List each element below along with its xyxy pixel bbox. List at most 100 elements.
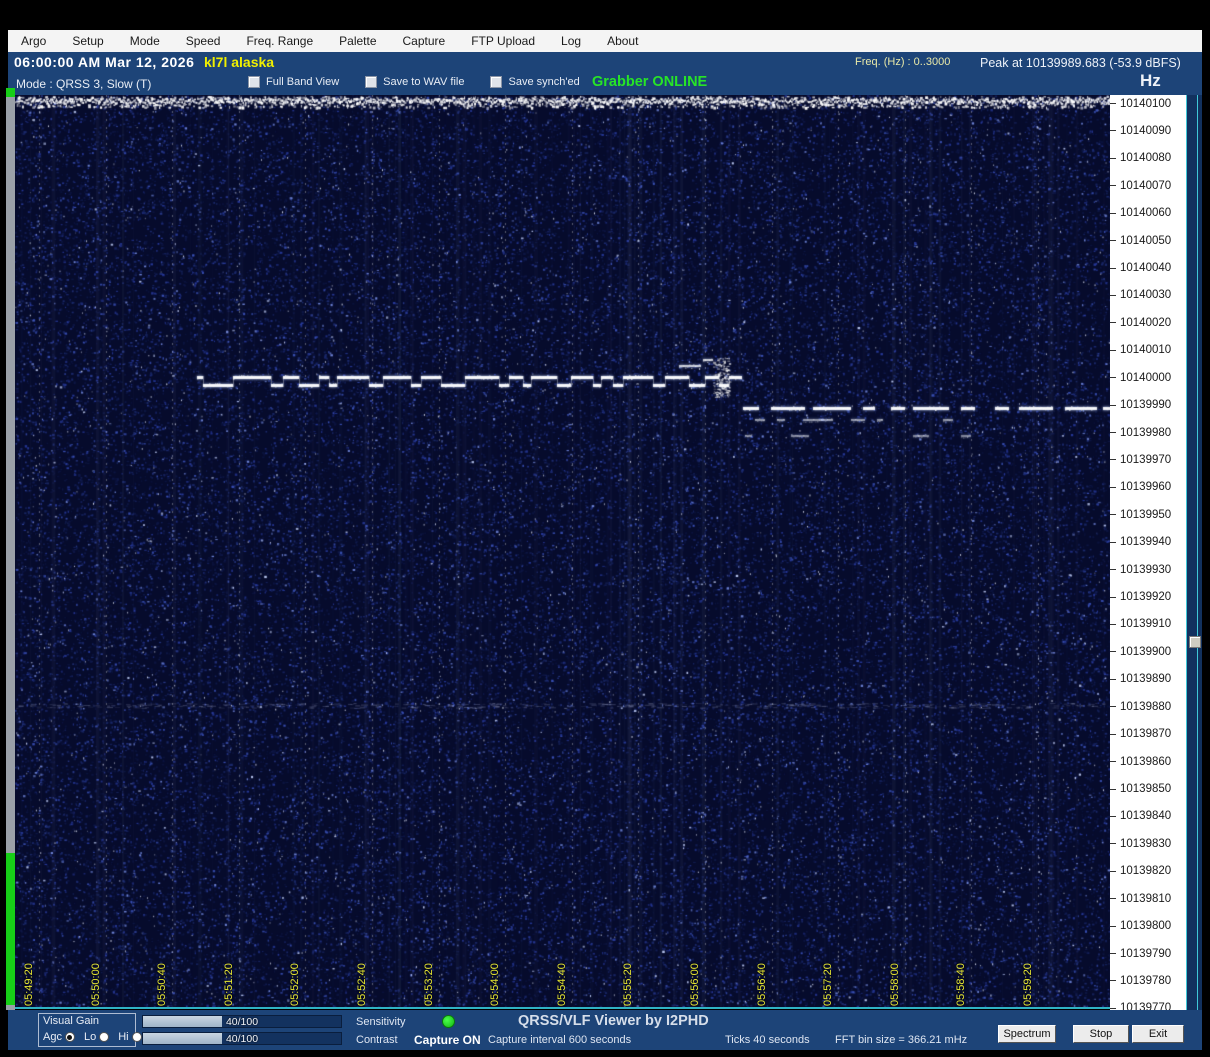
freq-tick-mark: [1110, 240, 1116, 242]
freq-tick-mark: [1110, 788, 1116, 790]
freq-label: 10140010: [1110, 343, 1171, 357]
menu-item-ftp-upload[interactable]: FTP Upload: [458, 31, 548, 52]
menu-item-speed[interactable]: Speed: [173, 31, 234, 52]
freq-label: 10139990: [1110, 398, 1171, 412]
freq-tick-mark: [1110, 404, 1116, 406]
radio-button-icon[interactable]: [131, 1032, 142, 1042]
freq-tick-mark: [1110, 815, 1116, 817]
contrast-slider[interactable]: 40/100: [142, 1032, 342, 1045]
grabber-status: Grabber ONLINE: [592, 74, 708, 90]
checkbox-label: Save to WAV file: [383, 76, 465, 88]
freq-tick-mark: [1110, 569, 1116, 571]
freq-tick-mark: [1110, 870, 1116, 872]
radio-lo[interactable]: Lo: [84, 1031, 110, 1043]
freq-tick-mark: [1110, 294, 1116, 296]
slider-value: 40/100: [225, 1016, 259, 1028]
freq-label: 10139880: [1110, 700, 1171, 714]
freq-tick-mark: [1110, 349, 1116, 351]
time-label: 05:58:40: [955, 963, 968, 1006]
freq-label: 10139820: [1110, 864, 1171, 878]
fft-info-label: FFT bin size = 366.21 mHz: [835, 1034, 968, 1046]
freq-label: 10139940: [1110, 535, 1171, 549]
checkbox-label: Save synch'ed: [508, 76, 580, 88]
sensitivity-slider-label: Sensitivity: [356, 1016, 406, 1028]
mode-label: Mode : QRSS 3, Slow (T): [16, 77, 152, 91]
waterfall-spectrogram[interactable]: 05:49:20 05:50:00 05:50:40 05:51:20 05:52:00…: [15, 95, 1110, 1008]
freq-label: 10140100: [1110, 97, 1171, 111]
freq-label: 10140020: [1110, 316, 1171, 330]
freq-tick-mark: [1110, 514, 1116, 516]
menu-item-mode[interactable]: Mode: [117, 31, 173, 52]
freq-range-readout: Freq. (Hz) : 0..3000: [855, 56, 951, 68]
stop-button[interactable]: Stop: [1073, 1025, 1129, 1043]
menu-item-palette[interactable]: Palette: [326, 31, 389, 52]
freq-label: 10139960: [1110, 480, 1171, 494]
spectrogram-canvas[interactable]: [15, 95, 1110, 1008]
freq-tick-mark: [1110, 678, 1116, 680]
time-label: 05:50:40: [156, 963, 169, 1006]
freq-label: 10139930: [1110, 563, 1171, 577]
scrollbar-handle[interactable]: [1189, 636, 1201, 648]
capture-status: Capture ON: [414, 1033, 481, 1047]
menu-item-setup[interactable]: Setup: [59, 31, 116, 52]
freq-tick-mark: [1110, 706, 1116, 708]
freq-label: 10140060: [1110, 206, 1171, 220]
contrast-slider-label: Contrast: [356, 1034, 398, 1046]
menu-item-log[interactable]: Log: [548, 31, 594, 52]
freq-tick-mark: [1110, 651, 1116, 653]
time-label: 05:57:20: [822, 963, 835, 1006]
freq-label: 10140050: [1110, 234, 1171, 248]
checkbox-save-to-wav-file[interactable]: Save to WAV file: [365, 76, 464, 88]
checkbox-row: Full Band View Save to WAV file Save synch…: [248, 76, 580, 88]
freq-tick-mark: [1110, 267, 1116, 269]
app-title: QRSS/VLF Viewer by I2PHD: [518, 1013, 709, 1029]
freq-label: 10140040: [1110, 261, 1171, 275]
freq-tick-mark: [1110, 322, 1116, 324]
right-scrollbar: [1186, 95, 1202, 1010]
freq-tick-mark: [1110, 130, 1116, 132]
freq-label: 10140070: [1110, 179, 1171, 193]
freq-label: 10139780: [1110, 974, 1171, 988]
radio-label: Hi: [118, 1031, 129, 1043]
freq-label: 10139840: [1110, 809, 1171, 823]
freq-tick-mark: [1110, 898, 1116, 900]
time-label: 05:50:00: [89, 963, 102, 1006]
time-label: 05:56:40: [755, 963, 768, 1006]
scrollbar-groove: [1197, 95, 1198, 1010]
checkbox-full-band-view[interactable]: Full Band View: [248, 76, 339, 88]
freq-tick-mark: [1110, 953, 1116, 955]
bottom-control-bar: Visual Gain Agc Lo Hi 40/100 Sensitivity 40/…: [8, 1010, 1202, 1050]
spectrogram-bottom-border: [15, 1007, 1186, 1009]
capture-interval-label: Capture interval 600 seconds: [488, 1034, 632, 1046]
freq-label: 10139980: [1110, 426, 1171, 440]
freq-tick-mark: [1110, 459, 1116, 461]
radio-agc[interactable]: Agc: [43, 1031, 75, 1043]
freq-tick-mark: [1110, 1007, 1116, 1009]
freq-label: 10139810: [1110, 892, 1171, 906]
sensitivity-slider[interactable]: 40/100: [142, 1015, 342, 1028]
radio-button-icon[interactable]: [99, 1032, 110, 1042]
header-band: 06:00:00 AM Mar 12, 2026 kl7l alaska Fre…: [8, 52, 1202, 95]
checkbox-icon[interactable]: [365, 76, 378, 88]
freq-label: 10139900: [1110, 645, 1171, 659]
checkbox-save-synch-ed[interactable]: Save synch'ed: [490, 76, 580, 88]
freq-label: 10139860: [1110, 755, 1171, 769]
freq-label: 10139950: [1110, 508, 1171, 522]
spectrum-button[interactable]: Spectrum: [998, 1025, 1056, 1043]
time-label: 05:52:00: [289, 963, 302, 1006]
radio-button-icon[interactable]: [64, 1032, 75, 1042]
freq-tick-mark: [1110, 843, 1116, 845]
freq-tick-mark: [1110, 486, 1116, 488]
menu-item-freq-range[interactable]: Freq. Range: [233, 31, 326, 52]
ticks-info-label: Ticks 40 seconds: [725, 1034, 810, 1046]
menu-item-about[interactable]: About: [594, 31, 651, 52]
freq-tick-mark: [1110, 596, 1116, 598]
progress-top-cap: [6, 88, 15, 97]
checkbox-icon[interactable]: [490, 76, 503, 88]
checkbox-icon[interactable]: [248, 76, 260, 88]
menu-item-capture[interactable]: Capture: [390, 31, 459, 52]
radio-hi[interactable]: Hi: [118, 1031, 142, 1043]
exit-button[interactable]: Exit: [1132, 1025, 1184, 1043]
time-label: 05:49:20: [23, 963, 35, 1006]
menu-item-argo[interactable]: Argo: [8, 31, 59, 52]
